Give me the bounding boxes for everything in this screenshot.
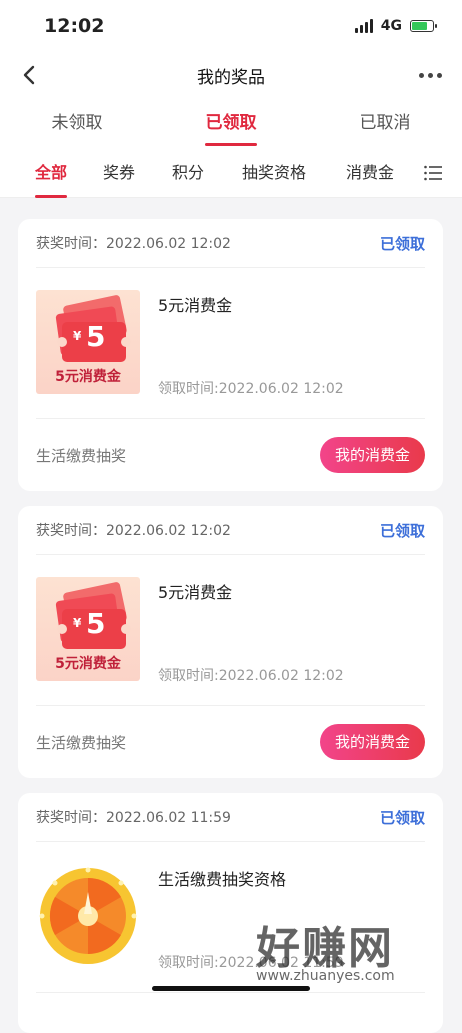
category-tab-points[interactable]: 积分: [172, 148, 204, 198]
prize-name: 5元消费金: [158, 296, 233, 315]
voucher-currency-symbol: ¥: [73, 616, 82, 630]
voucher-caption: 5元消费金: [55, 656, 121, 672]
award-time: 获奖时间：2022.06.02 11:59: [36, 810, 231, 826]
prize-card: 获奖时间：2022.06.02 12:02 已领取 ¥ 5 5元消费金 5元消费…: [18, 219, 443, 491]
claim-time: 领取时间:2022.06.02 12:02: [158, 381, 344, 397]
list-menu-icon[interactable]: [424, 165, 442, 181]
claim-status-badge: 已领取: [379, 521, 425, 540]
card-footer: 生活缴费抽奖 我的消费金: [36, 706, 425, 778]
voucher-amount: 5: [86, 607, 106, 640]
voucher-thumbnail: ¥ 5 5元消费金: [36, 577, 140, 681]
award-time: 获奖时间：2022.06.02 12:02: [36, 236, 231, 252]
card-header: 获奖时间：2022.06.02 11:59 已领取: [36, 793, 425, 842]
prize-source: 生活缴费抽奖: [36, 733, 127, 752]
nav-bar: 我的奖品: [0, 52, 462, 98]
tab-cancelled[interactable]: 已取消: [308, 98, 462, 148]
back-arrow-icon[interactable]: [18, 62, 40, 88]
claim-status-badge: 已领取: [379, 234, 425, 253]
prize-name: 5元消费金: [158, 583, 233, 602]
clock-time: 12:02: [44, 15, 105, 37]
category-tab-lottery-entry[interactable]: 抽奖资格: [242, 148, 306, 198]
voucher-thumbnail: ¥ 5 5元消费金: [36, 290, 140, 394]
status-indicators: 4G: [354, 18, 437, 34]
my-consumption-credit-button[interactable]: 我的消费金: [319, 437, 425, 473]
watermark-text: 好赚网: [256, 923, 394, 974]
claim-status-badge: 已领取: [379, 808, 425, 827]
page-title: 我的奖品: [197, 67, 265, 88]
lottery-wheel-icon: [39, 867, 137, 964]
site-watermark: 好赚网 www.zhuanyes.com: [250, 912, 450, 992]
prize-source: 生活缴费抽奖: [36, 446, 127, 465]
status-bar: 12:02 4G: [0, 0, 462, 52]
tab-claimed[interactable]: 已领取: [154, 98, 308, 148]
category-tab-consumption-credit[interactable]: 消费金: [346, 148, 394, 198]
voucher-currency-symbol: ¥: [73, 329, 82, 343]
card-body: ¥ 5 5元消费金 5元消费金 领取时间:2022.06.02 12:02: [36, 268, 425, 419]
signal-icon: [354, 19, 373, 33]
prize-card: 获奖时间：2022.06.02 12:02 已领取 ¥ 5 5元消费金 5元消费…: [18, 506, 443, 778]
more-options-icon[interactable]: [419, 66, 442, 84]
card-header: 获奖时间：2022.06.02 12:02 已领取: [36, 219, 425, 268]
card-header: 获奖时间：2022.06.02 12:02 已领取: [36, 506, 425, 555]
voucher-caption: 5元消费金: [55, 369, 121, 385]
network-type: 4G: [380, 18, 402, 34]
my-consumption-credit-button[interactable]: 我的消费金: [319, 724, 425, 760]
category-tab-coupons[interactable]: 奖券: [103, 148, 135, 198]
home-indicator[interactable]: [152, 986, 310, 991]
battery-icon: [410, 20, 437, 32]
claim-time: 领取时间:2022.06.02 12:02: [158, 668, 344, 684]
prize-name: 生活缴费抽奖资格: [158, 870, 287, 889]
lottery-wheel-thumbnail: [36, 864, 140, 968]
card-body: ¥ 5 5元消费金 5元消费金 领取时间:2022.06.02 12:02: [36, 555, 425, 706]
category-tab-all[interactable]: 全部: [35, 148, 68, 198]
award-time: 获奖时间：2022.06.02 12:02: [36, 523, 231, 539]
voucher-amount: 5: [86, 320, 106, 353]
status-tabs: 未领取 已领取 已取消: [0, 98, 462, 148]
card-footer: 生活缴费抽奖 我的消费金: [36, 419, 425, 491]
watermark-url: www.zhuanyes.com: [256, 968, 395, 984]
tab-unclaimed[interactable]: 未领取: [0, 98, 154, 148]
category-tabs: 全部 奖券 积分 抽奖资格 消费金: [0, 148, 462, 198]
